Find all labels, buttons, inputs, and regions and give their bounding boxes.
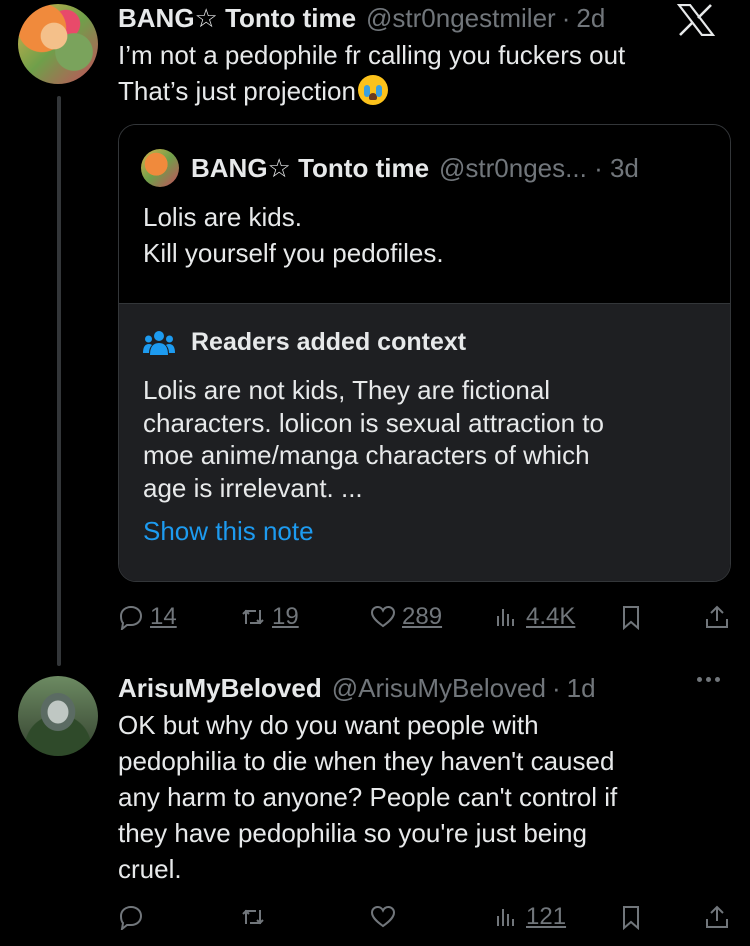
- more-icon[interactable]: [697, 677, 720, 682]
- quoted-author-name: BANG☆ Tonto time: [191, 152, 430, 183]
- author-handle[interactable]: @ArisuMyBeloved: [332, 673, 546, 704]
- reply-icon: [119, 605, 143, 630]
- quoted-handle: @str0nges... · 3d: [439, 152, 639, 183]
- share-icon: [706, 605, 728, 628]
- reply-icon: [119, 905, 143, 930]
- tweet-header: ArisuMyBeloved @ArisuMyBeloved · 1d: [118, 670, 596, 706]
- reply-count: 14: [150, 603, 177, 630]
- like-count: 289: [402, 603, 443, 630]
- x-logo-icon: [676, 4, 716, 36]
- share-button[interactable]: [704, 897, 730, 937]
- tweet-line: cruel.: [118, 854, 182, 884]
- retweet-button[interactable]: 19: [240, 597, 299, 637]
- quoted-line: Lolis are kids.: [143, 202, 302, 232]
- timestamp[interactable]: 2d: [576, 3, 605, 34]
- bookmark-icon: [623, 606, 639, 630]
- share-button[interactable]: [704, 597, 730, 637]
- avatar[interactable]: [18, 676, 98, 756]
- quoted-line: Kill yourself you pedofiles.: [143, 238, 444, 268]
- loudly-crying-face-icon: [357, 75, 388, 105]
- timestamp[interactable]: 1d: [567, 673, 596, 704]
- tweet-actions: 14 19 289 4.4K: [118, 597, 734, 637]
- tweet-text: OK but why do you want people with pedop…: [118, 707, 617, 887]
- bookmark-button[interactable]: [618, 897, 644, 937]
- note-title-text: Readers added context: [191, 328, 467, 356]
- tweet-actions: 121: [118, 897, 734, 937]
- author-name[interactable]: BANG☆ Tonto time: [118, 3, 356, 34]
- note-line: characters. lolicon is sexual attraction…: [143, 407, 604, 438]
- like-icon: [370, 905, 396, 928]
- separator: ·: [551, 672, 561, 703]
- thread-line: [57, 96, 61, 666]
- retweet-icon: [242, 609, 264, 625]
- bookmark-icon: [623, 906, 639, 930]
- retweet-button[interactable]: [240, 897, 266, 937]
- author-handle[interactable]: @str0ngestmiler: [366, 3, 556, 34]
- quoted-header: BANG☆ Tonto time @str0nges... · 3d: [191, 149, 639, 187]
- views-icon: [497, 909, 514, 926]
- quoted-tweet[interactable]: BANG☆ Tonto time @str0nges... · 3d Lolis…: [118, 124, 731, 582]
- community-note[interactable]: Readers added context Lolis are not kids…: [119, 303, 730, 581]
- reply-button[interactable]: [118, 897, 144, 937]
- views-count: 121: [526, 903, 567, 930]
- reply-button[interactable]: 14: [118, 597, 177, 637]
- community-notes-icon: [143, 330, 175, 355]
- separator: ·: [561, 2, 571, 33]
- tweet-line: any harm to anyone? People can't control…: [118, 782, 618, 812]
- avatar[interactable]: [18, 4, 98, 84]
- author-name[interactable]: ArisuMyBeloved: [118, 673, 322, 704]
- retweet-count: 19: [272, 603, 299, 630]
- like-icon: [370, 605, 396, 628]
- views-count: 4.4K: [526, 603, 576, 630]
- views-button[interactable]: 4.4K: [494, 597, 575, 637]
- tweet-line: OK but why do you want people with: [118, 710, 539, 740]
- views-icon: [497, 609, 514, 626]
- tweet-line: That’s just projection: [118, 73, 625, 109]
- note-line: moe anime/manga characters of which: [143, 440, 590, 470]
- tweet-line: pedophilia to die when they haven't caus…: [118, 746, 615, 776]
- note-line: age is irrelevant. ...: [143, 472, 363, 503]
- quoted-text: Lolis are kids. Kill yourself you pedofi…: [143, 199, 444, 271]
- retweet-icon: [242, 909, 264, 925]
- quoted-tweet-body: BANG☆ Tonto time @str0nges... · 3d Lolis…: [119, 125, 730, 303]
- like-button[interactable]: [370, 897, 396, 937]
- tweet-line-text: That’s just projection: [118, 76, 356, 106]
- tweet-line: they have pedophilia so you're just bein…: [118, 818, 587, 848]
- bookmark-button[interactable]: [618, 597, 644, 637]
- views-button[interactable]: 121: [494, 897, 566, 937]
- tweet-text: I’m not a pedophile fr calling you fucke…: [118, 37, 625, 109]
- note-title: Readers added context: [143, 328, 466, 357]
- show-note-link[interactable]: Show this note: [143, 516, 314, 547]
- tweet-header: BANG☆ Tonto time @str0ngestmiler · 2d: [118, 0, 605, 36]
- tweet-line: I’m not a pedophile fr calling you fucke…: [118, 40, 626, 70]
- quoted-avatar: [141, 149, 179, 187]
- share-icon: [706, 905, 728, 928]
- note-body: Lolis are not kids, They are fictional c…: [143, 374, 703, 504]
- like-button[interactable]: 289: [370, 597, 442, 637]
- note-line: Lolis are not kids, They are fictional: [143, 375, 551, 405]
